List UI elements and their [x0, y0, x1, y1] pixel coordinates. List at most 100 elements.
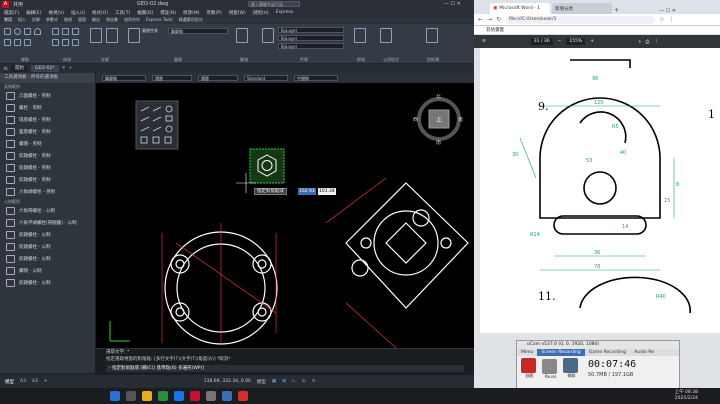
- palette-item[interactable]: 六角帶螺栓 - 公制: [0, 205, 95, 217]
- arc-tool-icon[interactable]: [34, 28, 41, 35]
- polyline-tool-icon[interactable]: [24, 28, 31, 35]
- palette-item[interactable]: 鉸鏈螺栓 - 公制: [0, 229, 95, 241]
- line-tool-icon[interactable]: [4, 28, 11, 35]
- capture-button[interactable]: 擷取: [563, 358, 580, 379]
- current-layer-dropdown[interactable]: 輪廓線: [168, 28, 228, 34]
- star-icon[interactable]: ☆: [659, 16, 664, 23]
- ribbon-tab-express-tools[interactable]: Express Tools: [146, 17, 173, 24]
- measure-icon[interactable]: [380, 28, 392, 43]
- menu-view[interactable]: 檢視(V): [48, 10, 64, 16]
- back-icon[interactable]: ←: [478, 16, 483, 23]
- palette-item[interactable]: 環座螺栓 - 英制: [0, 114, 95, 126]
- pdf-page[interactable]: 9. 11. 1 96 120 R5 30 40 53 R14 14 15 8 …: [480, 48, 720, 333]
- rotate-tool-icon[interactable]: [62, 28, 69, 35]
- palette-item[interactable]: 螺帽 - 英制: [0, 138, 95, 150]
- ribbon-tab-view[interactable]: 檢視: [64, 17, 72, 24]
- edge-icon[interactable]: [174, 391, 184, 401]
- word-icon[interactable]: [222, 391, 232, 401]
- viewcube-south[interactable]: 南: [436, 139, 441, 146]
- forward-icon[interactable]: →: [487, 16, 492, 23]
- menu-edit[interactable]: 編輯(E): [26, 10, 41, 16]
- menu-file[interactable]: 檔案(F): [4, 10, 19, 16]
- match-properties-icon[interactable]: [262, 28, 274, 43]
- layout-tab-a3-2[interactable]: A3: [32, 379, 38, 384]
- fillet-tool-icon[interactable]: [72, 39, 79, 46]
- menu-help[interactable]: 說明(H): [253, 10, 269, 16]
- zoom-out-icon[interactable]: −: [558, 39, 562, 44]
- recorder-tab-audio[interactable]: Audio Re: [630, 349, 658, 356]
- layer-properties-icon[interactable]: [128, 28, 140, 43]
- close-tab-icon[interactable]: ✕: [62, 66, 66, 71]
- recorder-tab-menu[interactable]: Menu: [517, 349, 537, 356]
- ribbon-tab-annotate[interactable]: 註解: [32, 17, 40, 24]
- file-tab-start[interactable]: 開始: [11, 65, 29, 72]
- trim-tool-icon[interactable]: [72, 28, 79, 35]
- start-icon[interactable]: [110, 391, 120, 401]
- model-tab[interactable]: 模型: [5, 379, 14, 385]
- browser-tab-new[interactable]: 新增分頁: [552, 3, 612, 14]
- dynamic-input-y[interactable]: 101.34: [318, 188, 336, 195]
- ribbon-tab-parametric[interactable]: 參數式: [46, 17, 58, 24]
- hatch-tool-icon[interactable]: [14, 39, 21, 46]
- color-select[interactable]: 隨層: [152, 75, 192, 81]
- color-dropdown[interactable]: ByLayer: [278, 27, 344, 33]
- palette-item[interactable]: 鉸鏈螺栓 - 英制: [0, 174, 95, 186]
- palette-item[interactable]: 鉸鏈螺栓 - 公制: [0, 241, 95, 253]
- recorder-tab-screen[interactable]: Screen Recording: [537, 349, 585, 356]
- autocad-logo-icon[interactable]: A: [2, 0, 9, 8]
- drawing-canvas[interactable]: 北 南 西 東 上 指定對角點或 162.93 101.34: [96, 83, 474, 349]
- page-indicator[interactable]: 31 / 36: [530, 38, 553, 45]
- download-icon[interactable]: ⭳: [639, 38, 641, 46]
- print-icon[interactable]: ⎙: [646, 39, 650, 45]
- ribbon-tab-featured-apps[interactable]: 精選應用程式: [179, 17, 203, 24]
- menu-dimension[interactable]: 標註(N): [160, 10, 176, 16]
- menu-dots-icon[interactable]: ⋮: [668, 16, 674, 23]
- polygon-tool-icon[interactable]: [24, 39, 31, 46]
- system-clock[interactable]: 上午 08:38 2025/2/24: [675, 390, 698, 402]
- floating-draw-toolbar[interactable]: [135, 100, 179, 150]
- palette-item[interactable]: 鉸鏈螺栓 - 公制: [0, 277, 95, 289]
- ribbon-tab-manage[interactable]: 管理: [78, 17, 86, 24]
- app-icon[interactable]: [206, 391, 216, 401]
- grid-toggle-icon[interactable]: ▦: [272, 379, 276, 384]
- record-button[interactable]: 錄影: [521, 358, 538, 379]
- palette-item[interactable]: 鉸鏈螺栓 - 英制: [0, 162, 95, 174]
- status-model-button[interactable]: 模型: [257, 379, 266, 385]
- ocam-icon[interactable]: [238, 391, 248, 401]
- add-layout-icon[interactable]: +: [44, 379, 48, 384]
- polar-toggle-icon[interactable]: ◎: [302, 379, 306, 384]
- search-icon[interactable]: [126, 391, 136, 401]
- file-tab-geo02[interactable]: GEO-02*: [31, 65, 59, 72]
- group-icon[interactable]: [354, 28, 366, 43]
- menu-insert[interactable]: 插入(I): [71, 10, 85, 16]
- viewcube-west[interactable]: 西: [413, 116, 418, 123]
- new-tab-icon[interactable]: +: [68, 66, 72, 71]
- autocad-taskbar-icon[interactable]: [190, 391, 200, 401]
- linetype-dropdown[interactable]: ByLayer: [278, 35, 344, 41]
- menu-tools[interactable]: 工具(T): [115, 10, 130, 16]
- dim-style-select[interactable]: 中間線: [294, 75, 338, 81]
- ribbon-tab-home[interactable]: 常用: [4, 17, 12, 24]
- mirror-tool-icon[interactable]: [62, 39, 69, 46]
- text-style-select[interactable]: Standard: [244, 75, 288, 81]
- reload-icon[interactable]: ↻: [496, 16, 501, 23]
- new-tab-plus-icon[interactable]: +: [614, 7, 619, 14]
- palette-item[interactable]: 六角頭螺栓 - 英制: [0, 186, 95, 198]
- palette-item[interactable]: 六角平頭螺栓(帶翻腹) - 公制: [0, 217, 95, 229]
- lineweight-dropdown[interactable]: ByLayer: [278, 43, 344, 49]
- text-tool-icon[interactable]: [90, 28, 102, 43]
- rectangle-tool-icon[interactable]: [4, 39, 11, 46]
- menu-express[interactable]: Express: [276, 10, 294, 15]
- more-icon[interactable]: ⋮: [654, 39, 659, 44]
- move-tool-icon[interactable]: [52, 28, 59, 35]
- url-input[interactable]: file:///C:/Users/user/1: [505, 15, 656, 24]
- viewcube-east[interactable]: 東: [458, 116, 463, 123]
- snap-toggle-icon[interactable]: ⊞: [282, 379, 286, 384]
- pdf-menu-icon[interactable]: ≡: [482, 39, 486, 44]
- ortho-toggle-icon[interactable]: ∟: [292, 379, 296, 384]
- viewcube-top-face[interactable]: 上: [436, 115, 442, 124]
- zoom-level[interactable]: 155%: [566, 38, 586, 45]
- ribbon-tab-addins[interactable]: 增益集: [106, 17, 118, 24]
- zoom-in-icon[interactable]: +: [590, 39, 594, 44]
- ribbon-tab-insert[interactable]: 插入: [18, 17, 26, 24]
